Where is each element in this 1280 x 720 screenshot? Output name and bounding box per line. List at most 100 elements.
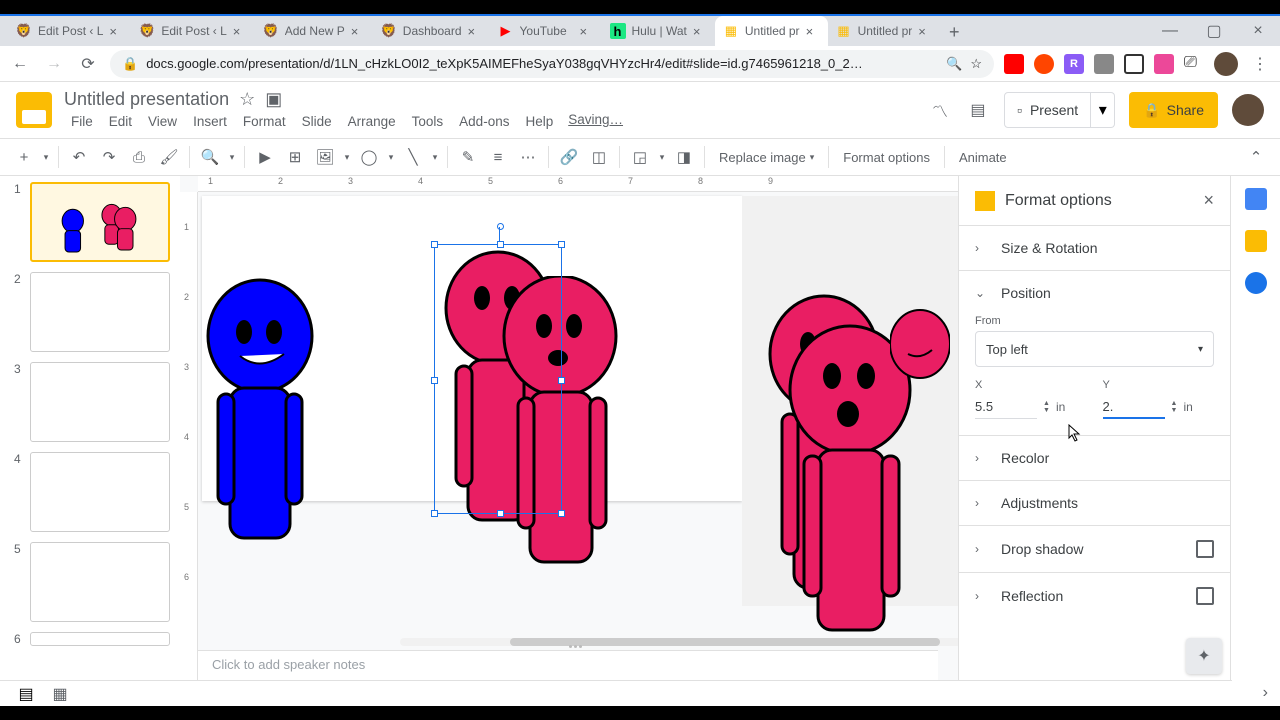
activity-icon[interactable]: 〽 bbox=[928, 98, 952, 122]
browser-tab-active[interactable]: ▦Untitled pr× bbox=[715, 16, 828, 46]
new-tab-button[interactable]: + bbox=[940, 18, 968, 46]
star-icon[interactable]: ☆ bbox=[239, 89, 255, 110]
canvas-area[interactable]: 123456789 123456 bbox=[180, 176, 958, 706]
share-button[interactable]: 🔒Share bbox=[1129, 92, 1218, 128]
menu-help[interactable]: Help bbox=[518, 112, 560, 131]
resize-handle[interactable] bbox=[558, 510, 565, 517]
close-icon[interactable]: × bbox=[233, 24, 247, 38]
spinner[interactable]: ▲▼ bbox=[1171, 400, 1178, 414]
print-button[interactable]: ⎙ bbox=[125, 143, 153, 171]
notes-resize-handle[interactable] bbox=[560, 642, 590, 650]
menu-edit[interactable]: Edit bbox=[102, 112, 139, 131]
menu-button[interactable]: ⋮ bbox=[1248, 52, 1272, 76]
back-button[interactable]: ← bbox=[8, 52, 32, 76]
section-adjustments[interactable]: ›Adjustments bbox=[959, 481, 1230, 525]
close-icon[interactable]: × bbox=[693, 24, 707, 38]
zoom-button[interactable]: 🔍 bbox=[196, 143, 224, 171]
resize-handle[interactable] bbox=[431, 377, 438, 384]
comment-button[interactable]: ◫ bbox=[585, 143, 613, 171]
ext-icon[interactable] bbox=[1004, 54, 1024, 74]
chevron-down-icon[interactable]: ▾ bbox=[385, 152, 397, 163]
resize-handle[interactable] bbox=[558, 241, 565, 248]
browser-tab[interactable]: 🦁Edit Post ‹ L× bbox=[8, 16, 131, 46]
close-icon[interactable]: × bbox=[351, 24, 365, 38]
close-icon[interactable]: × bbox=[468, 24, 482, 38]
browser-tab[interactable]: 🦁Dashboard× bbox=[373, 16, 490, 46]
border-weight-button[interactable]: ≡ bbox=[484, 143, 512, 171]
image-blue-character[interactable] bbox=[200, 276, 320, 556]
folder-icon[interactable]: ▣ bbox=[265, 89, 282, 110]
textbox-tool[interactable]: ⊞ bbox=[281, 143, 309, 171]
chevron-down-icon[interactable]: ▾ bbox=[341, 152, 353, 163]
slides-logo-icon[interactable] bbox=[16, 92, 52, 128]
keep-icon[interactable] bbox=[1245, 230, 1267, 252]
resize-handle[interactable] bbox=[497, 510, 504, 517]
url-input[interactable]: 🔒 docs.google.com/presentation/d/1LN_cHz… bbox=[110, 50, 994, 78]
collapse-toolbar-button[interactable]: ⌃ bbox=[1242, 143, 1270, 171]
cast-icon[interactable]: ⎚ bbox=[1184, 54, 1204, 74]
section-recolor[interactable]: ›Recolor bbox=[959, 436, 1230, 480]
slide-thumb[interactable] bbox=[30, 182, 170, 262]
browser-tab[interactable]: hHulu | Wat× bbox=[602, 16, 715, 46]
animate-button[interactable]: Animate bbox=[951, 150, 1015, 165]
selection-box[interactable] bbox=[434, 244, 562, 514]
ext-icon[interactable]: R bbox=[1064, 54, 1084, 74]
from-select[interactable]: Top left▾ bbox=[975, 331, 1214, 367]
shape-tool[interactable]: ◯ bbox=[355, 143, 383, 171]
browser-tab[interactable]: 🦁Add New P× bbox=[255, 16, 373, 46]
resize-handle[interactable] bbox=[558, 377, 565, 384]
chevron-down-icon[interactable]: ▾ bbox=[429, 152, 441, 163]
document-title[interactable]: Untitled presentation bbox=[64, 89, 229, 110]
menu-file[interactable]: File bbox=[64, 112, 100, 131]
star-icon[interactable]: ☆ bbox=[970, 56, 982, 72]
forward-button[interactable]: → bbox=[42, 52, 66, 76]
replace-image-button[interactable]: Replace image▾ bbox=[711, 150, 822, 165]
maximize-button[interactable]: ▢ bbox=[1192, 16, 1236, 46]
reload-button[interactable]: ⟳ bbox=[76, 52, 100, 76]
chevron-down-icon[interactable]: ▾ bbox=[40, 152, 52, 163]
section-drop-shadow[interactable]: ›Drop shadow bbox=[959, 526, 1230, 572]
ext-icon[interactable] bbox=[1034, 54, 1054, 74]
close-icon[interactable]: × bbox=[918, 24, 932, 38]
speaker-notes[interactable]: Click to add speaker notes bbox=[198, 650, 938, 680]
minimize-button[interactable]: — bbox=[1148, 16, 1192, 46]
checkbox[interactable] bbox=[1196, 587, 1214, 605]
grid-view-button[interactable]: ▦ bbox=[50, 684, 70, 704]
present-dropdown[interactable]: ▾ bbox=[1091, 92, 1115, 128]
chevron-down-icon[interactable]: ▾ bbox=[656, 152, 668, 163]
expand-side-button[interactable]: › bbox=[1263, 684, 1268, 702]
scrollbar-horizontal[interactable] bbox=[400, 638, 958, 646]
section-size-rotation[interactable]: ›Size & Rotation bbox=[959, 226, 1230, 270]
slide-thumb[interactable] bbox=[30, 452, 170, 532]
spinner[interactable]: ▲▼ bbox=[1043, 400, 1050, 414]
crop-button[interactable]: ◲ bbox=[626, 143, 654, 171]
saving-status[interactable]: Saving… bbox=[568, 112, 623, 131]
slide-thumb[interactable] bbox=[30, 542, 170, 622]
y-input[interactable] bbox=[1103, 395, 1165, 419]
resize-handle[interactable] bbox=[431, 510, 438, 517]
browser-tab[interactable]: ▶YouTube× bbox=[490, 16, 602, 46]
close-window-button[interactable]: × bbox=[1236, 16, 1280, 46]
browser-tab[interactable]: 🦁Edit Post ‹ L× bbox=[131, 16, 254, 46]
ext-icon[interactable] bbox=[1124, 54, 1144, 74]
user-avatar[interactable] bbox=[1232, 94, 1264, 126]
section-position[interactable]: ⌄Position bbox=[959, 271, 1230, 315]
checkbox[interactable] bbox=[1196, 540, 1214, 558]
close-icon[interactable]: × bbox=[806, 24, 820, 38]
menu-tools[interactable]: Tools bbox=[405, 112, 451, 131]
mask-button[interactable]: ◨ bbox=[670, 143, 698, 171]
select-tool[interactable]: ▶ bbox=[251, 143, 279, 171]
new-slide-button[interactable]: + bbox=[10, 143, 38, 171]
present-button[interactable]: ▫Present bbox=[1004, 92, 1091, 128]
slide-thumb[interactable] bbox=[30, 272, 170, 352]
slide-thumb[interactable] bbox=[30, 632, 170, 646]
x-input[interactable] bbox=[975, 395, 1037, 419]
menu-addons[interactable]: Add-ons bbox=[452, 112, 516, 131]
image-tool[interactable]: 🖼 bbox=[311, 143, 339, 171]
ext-icon[interactable] bbox=[1094, 54, 1114, 74]
chevron-down-icon[interactable]: ▾ bbox=[226, 152, 238, 163]
slide-thumb[interactable] bbox=[30, 362, 170, 442]
redo-button[interactable]: ↷ bbox=[95, 143, 123, 171]
link-button[interactable]: 🔗 bbox=[555, 143, 583, 171]
profile-avatar[interactable] bbox=[1214, 52, 1238, 76]
